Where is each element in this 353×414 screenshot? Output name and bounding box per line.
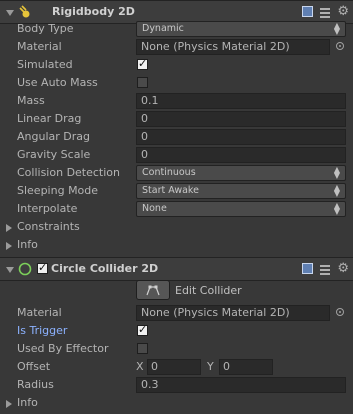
radius-label: Radius <box>17 378 54 391</box>
rigidbody-icon <box>19 5 30 18</box>
preset-sliders-icon[interactable] <box>319 263 331 275</box>
simulated-label: Simulated <box>17 58 73 71</box>
foldout-collapsed-icon[interactable] <box>6 400 12 408</box>
linear-drag-row: Linear Drag 0 <box>0 110 353 128</box>
mass-label: Mass <box>17 94 45 107</box>
angular-drag-field[interactable]: 0 <box>136 129 346 145</box>
linear-drag-field[interactable]: 0 <box>136 111 346 127</box>
collider-info-foldout[interactable]: Info <box>0 394 353 412</box>
collision-detection-label: Collision Detection <box>17 166 121 179</box>
material-row: Material None (Physics Material 2D) <box>0 38 353 56</box>
interpolate-value: None <box>142 203 167 214</box>
foldout-expanded-icon[interactable] <box>6 267 14 273</box>
dropdown-arrows-icon: ▲ ▼ <box>333 165 340 180</box>
is-trigger-label: Is Trigger <box>17 324 68 337</box>
used-by-effector-label: Used By Effector <box>17 342 109 355</box>
gravity-scale-field[interactable]: 0 <box>136 147 346 163</box>
collision-detection-row: Collision Detection Continuous ▲ ▼ <box>0 164 353 182</box>
edit-collider-label: Edit Collider <box>175 284 242 297</box>
used-by-effector-checkbox[interactable] <box>137 343 148 354</box>
edit-collider-row: Edit Collider <box>0 278 353 302</box>
checkmark-icon: ✓ <box>38 261 48 274</box>
body-type-dropdown[interactable]: Dynamic ▲ ▼ <box>136 21 346 37</box>
use-auto-mass-row: Use Auto Mass <box>0 74 353 92</box>
info-label: Info <box>17 396 38 409</box>
angular-drag-row: Angular Drag 0 <box>0 128 353 146</box>
is-trigger-checkbox[interactable]: ✓ <box>137 323 148 336</box>
material-label: Material <box>17 40 62 53</box>
sleeping-mode-row: Sleeping Mode Start Awake ▲ ▼ <box>0 182 353 200</box>
interpolate-row: Interpolate None ▲ ▼ <box>0 200 353 218</box>
use-auto-mass-checkbox[interactable] <box>137 77 148 88</box>
body-type-row: Body Type Dynamic ▲ ▼ <box>0 20 353 38</box>
rigidbody-info-foldout[interactable]: Info <box>0 236 353 254</box>
mass-field[interactable]: 0.1 <box>136 93 346 109</box>
gravity-scale-row: Gravity Scale 0 <box>0 146 353 164</box>
mass-row: Mass 0.1 <box>0 92 353 110</box>
edit-collider-icon <box>146 285 160 296</box>
help-book-icon[interactable] <box>302 263 314 274</box>
simulated-row: Simulated ✓ <box>0 56 353 74</box>
offset-x-field[interactable]: 0 <box>147 359 201 375</box>
constraints-foldout[interactable]: Constraints <box>0 218 353 236</box>
preset-sliders-icon[interactable] <box>319 6 331 18</box>
interpolate-label: Interpolate <box>17 202 78 215</box>
foldout-expanded-icon[interactable] <box>6 10 14 16</box>
collision-detection-value: Continuous <box>142 167 196 178</box>
sleeping-mode-label: Sleeping Mode <box>17 184 99 197</box>
dropdown-arrows-icon: ▲ ▼ <box>333 21 340 36</box>
dropdown-arrows-icon: ▲ ▼ <box>333 183 340 198</box>
component-title: Rigidbody 2D <box>52 5 135 18</box>
edit-collider-button[interactable] <box>136 280 170 300</box>
collision-detection-dropdown[interactable]: Continuous ▲ ▼ <box>136 165 346 181</box>
info-label: Info <box>17 238 38 251</box>
offset-y-field[interactable]: 0 <box>219 359 273 375</box>
collider-material-field[interactable]: None (Physics Material 2D) <box>136 305 330 321</box>
body-type-label: Body Type <box>17 22 74 35</box>
gravity-scale-label: Gravity Scale <box>17 148 91 161</box>
collider-material-row: Material None (Physics Material 2D) <box>0 304 353 322</box>
linear-drag-label: Linear Drag <box>17 112 82 125</box>
gear-icon[interactable]: ⚙ <box>337 262 349 275</box>
offset-y-label: Y <box>207 360 214 373</box>
component-title: Circle Collider 2D <box>51 262 159 275</box>
simulated-checkbox[interactable]: ✓ <box>137 57 148 70</box>
checkmark-icon: ✓ <box>138 57 148 70</box>
radius-row: Radius 0.3 <box>0 376 353 394</box>
body-type-value: Dynamic <box>142 23 184 34</box>
angular-drag-label: Angular Drag <box>17 130 90 143</box>
interpolate-dropdown[interactable]: None ▲ ▼ <box>136 201 346 217</box>
inspector-panel: Rigidbody 2D ⚙ Body Type Dynamic ▲ ▼ Mate… <box>0 0 353 414</box>
radius-field[interactable]: 0.3 <box>136 377 346 393</box>
object-picker-icon[interactable] <box>336 42 344 50</box>
checkmark-icon: ✓ <box>138 323 148 336</box>
use-auto-mass-label: Use Auto Mass <box>17 76 98 89</box>
object-picker-icon[interactable] <box>336 308 344 316</box>
offset-row: Offset X 0 Y 0 <box>0 358 353 376</box>
used-by-effector-row: Used By Effector <box>0 340 353 358</box>
dropdown-arrows-icon: ▲ ▼ <box>333 201 340 216</box>
foldout-collapsed-icon[interactable] <box>6 242 12 250</box>
offset-x-label: X <box>136 360 144 373</box>
is-trigger-row: Is Trigger ✓ <box>0 322 353 340</box>
constraints-label: Constraints <box>17 220 80 233</box>
component-enabled-checkbox[interactable]: ✓ <box>37 261 48 274</box>
gear-icon[interactable]: ⚙ <box>337 5 349 18</box>
sleeping-mode-value: Start Awake <box>142 185 199 196</box>
foldout-collapsed-icon[interactable] <box>6 224 12 232</box>
material-field[interactable]: None (Physics Material 2D) <box>136 39 330 55</box>
help-book-icon[interactable] <box>302 6 314 17</box>
offset-label: Offset <box>17 360 51 373</box>
circle-collider-icon <box>18 262 32 276</box>
sleeping-mode-dropdown[interactable]: Start Awake ▲ ▼ <box>136 183 346 199</box>
material-label: Material <box>17 306 62 319</box>
